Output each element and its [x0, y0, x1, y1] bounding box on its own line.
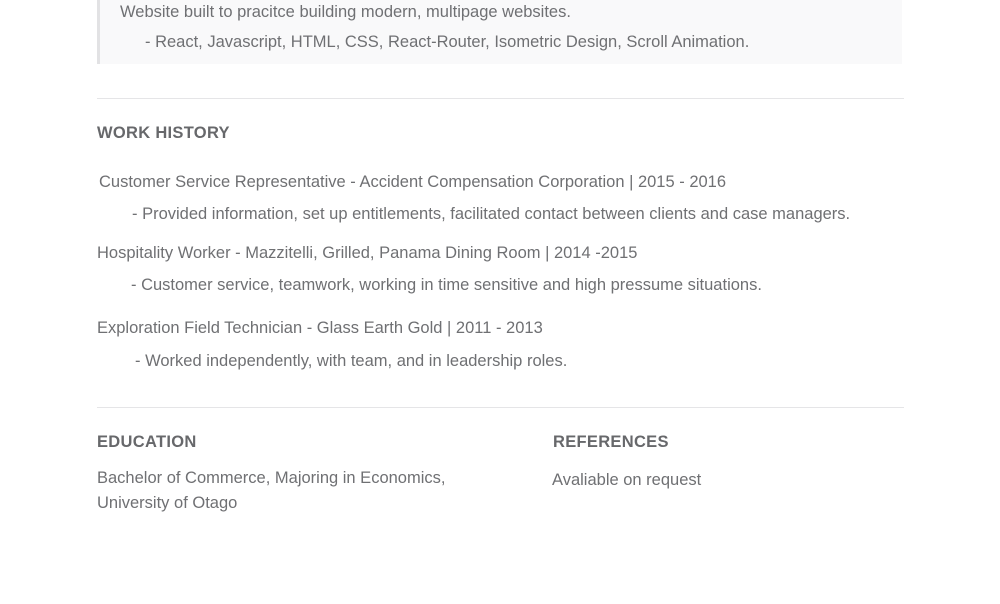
section-divider [97, 98, 904, 99]
job-description: - Customer service, teamwork, working in… [131, 276, 762, 294]
job-description: - Worked independently, with team, and i… [135, 352, 568, 370]
education-degree: Bachelor of Commerce, Majoring in Econom… [97, 469, 446, 487]
education-institution: University of Otago [97, 494, 238, 512]
references-heading: REFERENCES [553, 433, 669, 451]
references-text: Avaliable on request [552, 471, 702, 489]
project-description: Website built to pracitce building moder… [120, 3, 571, 21]
project-entry: Website built to pracitce building moder… [97, 0, 902, 64]
job-title: Customer Service Representative - Accide… [99, 173, 727, 191]
education-heading: EDUCATION [97, 433, 197, 451]
project-tech-stack: - React, Javascript, HTML, CSS, React-Ro… [145, 33, 750, 51]
job-title: Hospitality Worker - Mazzitelli, Grilled… [97, 244, 638, 262]
job-description: - Provided information, set up entitleme… [132, 205, 851, 223]
work-history-heading: WORK HISTORY [97, 124, 230, 142]
section-divider [97, 407, 904, 408]
job-title: Exploration Field Technician - Glass Ear… [97, 319, 543, 337]
